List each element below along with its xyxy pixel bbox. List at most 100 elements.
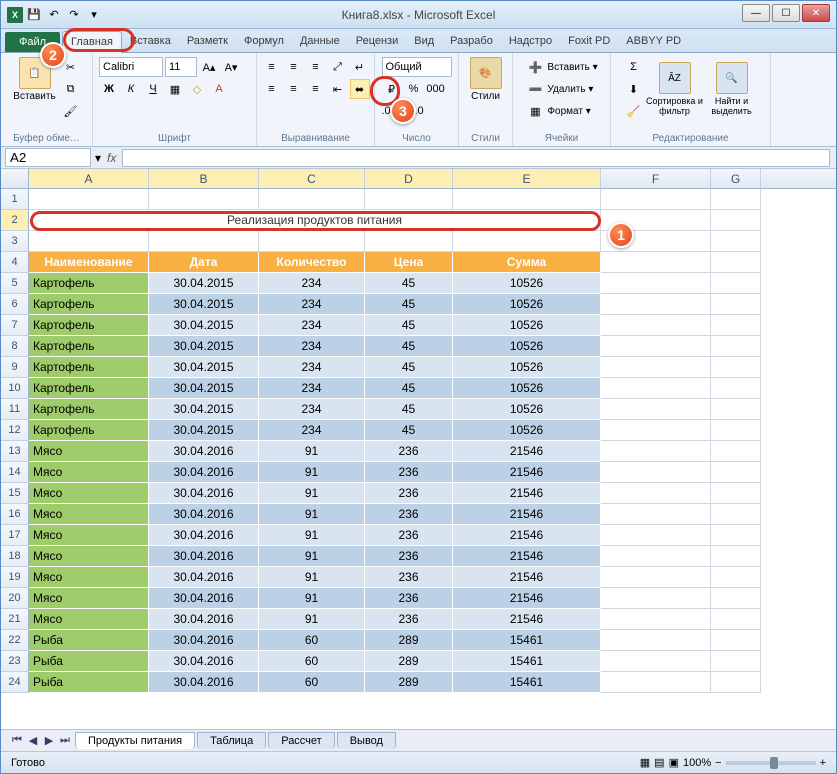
align-center-icon[interactable]: ≡ (284, 79, 304, 99)
zoom-slider[interactable] (726, 761, 816, 765)
table-cell[interactable]: 45 (365, 273, 453, 294)
table-cell[interactable]: 30.04.2016 (149, 525, 259, 546)
row-header[interactable]: 16 (1, 504, 29, 525)
table-cell[interactable]: 30.04.2016 (149, 630, 259, 651)
table-cell[interactable]: 21546 (453, 546, 601, 567)
clear-icon[interactable]: 🧹 (624, 101, 644, 121)
table-cell[interactable]: Картофель (29, 315, 149, 336)
table-cell[interactable]: 234 (259, 378, 365, 399)
formula-bar[interactable] (122, 149, 830, 167)
minimize-button[interactable]: — (742, 4, 770, 22)
table-cell[interactable]: 91 (259, 525, 365, 546)
merge-center-button[interactable]: ⬌ (350, 79, 370, 99)
col-header[interactable]: E (453, 169, 601, 188)
fill-color-icon[interactable]: ◇ (187, 79, 207, 99)
table-cell[interactable]: 21546 (453, 462, 601, 483)
table-cell[interactable]: 30.04.2016 (149, 504, 259, 525)
table-cell[interactable]: Рыба (29, 672, 149, 693)
table-cell[interactable]: 234 (259, 420, 365, 441)
table-cell[interactable]: 21546 (453, 483, 601, 504)
table-cell[interactable]: 289 (365, 672, 453, 693)
table-cell[interactable]: Картофель (29, 336, 149, 357)
table-cell[interactable]: Картофель (29, 294, 149, 315)
table-cell[interactable]: 91 (259, 462, 365, 483)
sort-filter-button[interactable]: ÂZ Сортировка и фильтр (646, 62, 704, 116)
row-header[interactable]: 5 (1, 273, 29, 294)
row-header[interactable]: 2 (1, 210, 29, 231)
view-normal-icon[interactable]: ▦ (640, 756, 650, 769)
table-cell[interactable]: 91 (259, 588, 365, 609)
table-cell[interactable]: 30.04.2016 (149, 651, 259, 672)
table-cell[interactable]: 30.04.2016 (149, 672, 259, 693)
table-cell[interactable]: 30.04.2015 (149, 336, 259, 357)
format-cells-button[interactable]: ▦Формат ▾ (525, 101, 590, 121)
row-header[interactable]: 21 (1, 609, 29, 630)
align-bottom-icon[interactable]: ≡ (306, 57, 326, 77)
table-cell[interactable]: 30.04.2016 (149, 462, 259, 483)
table-header[interactable]: Цена (365, 252, 453, 273)
sheet-nav-next-icon[interactable]: ▶ (41, 733, 57, 749)
row-header[interactable]: 8 (1, 336, 29, 357)
row-header[interactable]: 24 (1, 672, 29, 693)
table-cell[interactable]: 45 (365, 420, 453, 441)
table-cell[interactable]: 30.04.2016 (149, 483, 259, 504)
row-header[interactable]: 19 (1, 567, 29, 588)
bold-button[interactable]: Ж (99, 79, 119, 99)
number-format-select[interactable] (382, 57, 452, 77)
align-left-icon[interactable]: ≡ (262, 79, 282, 99)
maximize-button[interactable]: ☐ (772, 4, 800, 22)
table-cell[interactable]: 30.04.2016 (149, 546, 259, 567)
table-cell[interactable]: 15461 (453, 630, 601, 651)
table-cell[interactable]: 21546 (453, 504, 601, 525)
ribbon-tab[interactable]: Разметк (179, 31, 236, 52)
table-cell[interactable]: 91 (259, 546, 365, 567)
copy-icon[interactable]: ⧉ (61, 79, 81, 99)
table-cell[interactable]: 234 (259, 336, 365, 357)
table-cell[interactable]: 234 (259, 399, 365, 420)
row-header[interactable]: 6 (1, 294, 29, 315)
font-size-select[interactable] (165, 57, 197, 77)
table-cell[interactable]: Рыба (29, 630, 149, 651)
table-cell[interactable]: 30.04.2015 (149, 378, 259, 399)
autosum-icon[interactable]: Σ (624, 57, 644, 77)
sheet-tab[interactable]: Вывод (337, 732, 396, 749)
table-cell[interactable]: 10526 (453, 378, 601, 399)
table-cell[interactable]: Мясо (29, 609, 149, 630)
table-cell[interactable]: Мясо (29, 525, 149, 546)
table-cell[interactable]: Мясо (29, 546, 149, 567)
select-all-corner[interactable] (1, 169, 29, 188)
ribbon-tab[interactable]: Надстро (501, 31, 560, 52)
table-cell[interactable]: 236 (365, 483, 453, 504)
table-cell[interactable]: 10526 (453, 273, 601, 294)
row-header[interactable]: 4 (1, 252, 29, 273)
table-cell[interactable]: 289 (365, 630, 453, 651)
table-cell[interactable]: 45 (365, 357, 453, 378)
insert-cells-button[interactable]: ➕Вставить ▾ (525, 57, 597, 77)
grow-font-icon[interactable]: A▴ (199, 57, 219, 77)
sheet-nav-last-icon[interactable]: ⏭ (57, 733, 73, 749)
table-cell[interactable]: 45 (365, 294, 453, 315)
table-cell[interactable]: 236 (365, 609, 453, 630)
table-cell[interactable]: 45 (365, 336, 453, 357)
shrink-font-icon[interactable]: A▾ (221, 57, 241, 77)
row-header[interactable]: 10 (1, 378, 29, 399)
table-cell[interactable]: 60 (259, 630, 365, 651)
ribbon-tab[interactable]: ABBYY PD (618, 31, 689, 52)
table-cell[interactable]: 234 (259, 273, 365, 294)
ribbon-tab[interactable]: Foxit PD (560, 31, 618, 52)
table-cell[interactable]: 21546 (453, 567, 601, 588)
table-cell[interactable]: 21546 (453, 588, 601, 609)
align-top-icon[interactable]: ≡ (262, 57, 282, 77)
col-header[interactable]: A (29, 169, 149, 188)
zoom-out-button[interactable]: − (715, 757, 721, 769)
sheet-tab-active[interactable]: Продукты питания (75, 732, 195, 749)
table-cell[interactable]: 30.04.2016 (149, 609, 259, 630)
styles-button[interactable]: 🎨 Стили (464, 57, 508, 102)
sheet-tab[interactable]: Таблица (197, 732, 266, 749)
qat-redo-icon[interactable]: ↷ (65, 6, 83, 24)
table-cell[interactable]: 45 (365, 315, 453, 336)
table-cell[interactable]: 30.04.2015 (149, 294, 259, 315)
table-cell[interactable]: 289 (365, 651, 453, 672)
table-cell[interactable]: 60 (259, 651, 365, 672)
table-cell[interactable]: 21546 (453, 441, 601, 462)
